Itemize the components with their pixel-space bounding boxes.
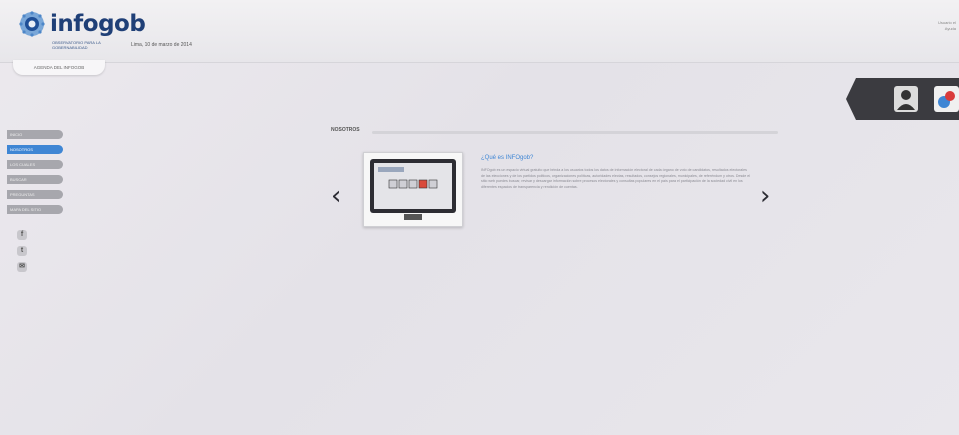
site-logo[interactable]: infogob xyxy=(18,10,146,38)
social-links: f t ✉ xyxy=(17,230,27,278)
sidebar-item-inicio[interactable]: INICIO xyxy=(7,130,63,139)
sidebar-item-buscar[interactable]: BUSCAR xyxy=(7,175,63,184)
browser-screen: infogob OBSERVATORIO PARA LA GOBERNABILI… xyxy=(0,0,959,435)
section-title: NOSOTROS xyxy=(331,127,360,133)
right-tab-panel xyxy=(846,78,959,120)
prev-arrow-icon[interactable]: ‹ xyxy=(331,183,341,209)
sidebar-item-3[interactable]: LOS CUALES xyxy=(7,160,63,169)
logo-tagline: OBSERVATORIO PARA LA GOBERNABILIDAD xyxy=(52,40,101,50)
agenda-tab[interactable]: AGENDA DEL INFOGOB xyxy=(13,60,105,75)
sidebar-item-preguntas[interactable]: PREGUNTAS xyxy=(7,190,63,199)
site-header: infogob OBSERVATORIO PARA LA GOBERNABILI… xyxy=(0,0,959,63)
slide-thumbnail xyxy=(363,152,463,227)
section-divider xyxy=(372,131,778,134)
globe-logo-icon xyxy=(19,11,45,37)
current-date: Lima, 10 de marzo de 2014 xyxy=(131,42,192,48)
sidebar-item-nosotros[interactable]: NOSOTROS xyxy=(7,145,63,154)
email-icon[interactable]: ✉ xyxy=(17,262,27,272)
question-description: INFOgob es un espacio virtual gratuito q… xyxy=(481,168,751,189)
question-title[interactable]: ¿Qué es INFOgob? xyxy=(481,155,533,161)
monitor-image xyxy=(364,153,462,226)
sidebar-nav: INICIO NOSOTROS LOS CUALES BUSCAR PREGUN… xyxy=(7,130,63,220)
next-arrow-icon[interactable]: › xyxy=(760,183,770,209)
user-help-links[interactable]: Usuario el Ayuda xyxy=(926,20,956,32)
sidebar-item-mapa[interactable]: MAPA DEL SITIO xyxy=(7,205,63,214)
twitter-icon[interactable]: t xyxy=(17,246,27,256)
logo-text: infogob xyxy=(50,11,146,37)
facebook-icon[interactable]: f xyxy=(17,230,27,240)
